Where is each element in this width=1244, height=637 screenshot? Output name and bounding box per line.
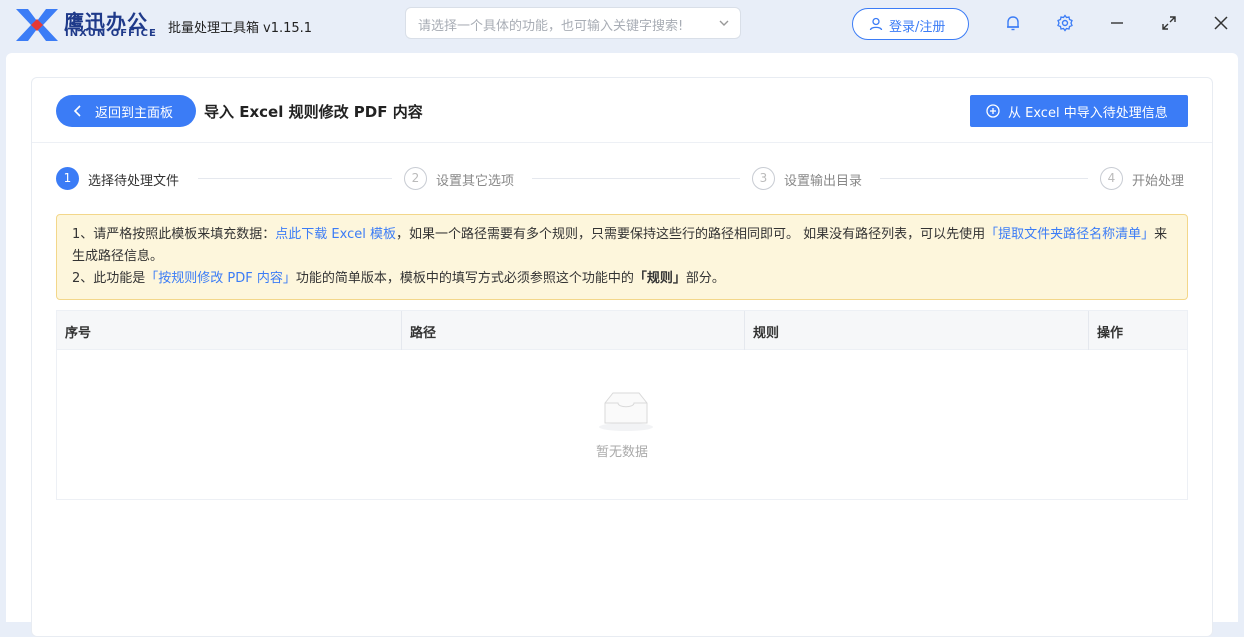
step-connector <box>880 178 1088 179</box>
table-header: 序号 路径 规则 操作 <box>57 311 1187 350</box>
search-input[interactable]: 请选择一个具体的功能，也可输入关键字搜索! <box>405 7 741 39</box>
plus-circle-icon <box>986 104 1000 118</box>
modify-pdf-by-rules-link[interactable]: 「按规则修改 PDF 内容」 <box>145 271 296 286</box>
login-button[interactable]: 登录/注册 <box>852 8 969 40</box>
step-4-number: 4 <box>1100 167 1123 190</box>
import-label: 从 Excel 中导入待处理信息 <box>1008 106 1168 121</box>
step-1-label: 选择待处理文件 <box>88 174 180 189</box>
notice-line-1: 1、请严格按照此模板来填充数据：点此下载 Excel 模板，如果一个路径需要有多… <box>72 224 1172 268</box>
step-3-number: 3 <box>752 167 775 190</box>
steps-bar: 1 选择待处理文件 2 设置其它选项 3 设置输出目录 4 开始处理 <box>56 167 1188 191</box>
import-from-excel-button[interactable]: 从 Excel 中导入待处理信息 <box>970 95 1188 127</box>
step-connector <box>198 178 392 179</box>
page-header: 返回到主面板 导入 Excel 规则修改 PDF 内容 从 Excel 中导入待… <box>32 78 1212 143</box>
title-bar: 鹰迅办公 INXUN OFFICE 批量处理工具箱 v1.15.1 请选择一个具体… <box>0 0 1244 50</box>
back-to-home-button[interactable]: 返回到主面板 <box>56 95 196 127</box>
close-icon[interactable] <box>1212 14 1230 32</box>
notice-line-2: 2、此功能是「按规则修改 PDF 内容」功能的简单版本，模板中的填写方式必须参照… <box>72 268 1172 290</box>
step-3-label: 设置输出目录 <box>784 174 863 189</box>
extract-path-list-link[interactable]: 「提取文件夹路径名称清单」 <box>985 227 1154 242</box>
brand-name-en: INXUN OFFICE <box>65 28 157 39</box>
step-2-label: 设置其它选项 <box>436 174 515 189</box>
bell-icon[interactable] <box>1004 14 1022 32</box>
column-header-path: 路径 <box>401 311 744 350</box>
back-label: 返回到主面板 <box>95 106 174 121</box>
empty-state-text: 暂无数据 <box>595 445 648 460</box>
column-header-index: 序号 <box>65 326 92 341</box>
step-4-label: 开始处理 <box>1132 174 1185 189</box>
column-header-action: 操作 <box>1088 311 1188 350</box>
rules-highlight: 「规则」 <box>633 271 686 286</box>
chevron-left-icon <box>73 105 81 117</box>
data-table: 序号 路径 规则 操作 暂无数据 <box>56 310 1188 500</box>
notice-text: 部分。 <box>685 271 725 286</box>
brand-logo-icon <box>16 9 58 41</box>
notice-text: ，如果一个路径需要有多个规则，只需要保持这些行的路径相同即可。 如果没有路径列表… <box>395 227 986 242</box>
step-2-number: 2 <box>404 167 427 190</box>
search-placeholder: 请选择一个具体的功能，也可输入关键字搜索! <box>418 19 684 34</box>
minimize-icon[interactable] <box>1108 14 1126 32</box>
main-panel: 返回到主面板 导入 Excel 规则修改 PDF 内容 从 Excel 中导入待… <box>31 77 1213 637</box>
notice-text: 2、此功能是 <box>72 271 146 286</box>
notice-text: 功能的简单版本，模板中的填写方式必须参照这个功能中的 <box>295 271 634 286</box>
app-title-text: 批量处理工具箱 <box>168 21 260 36</box>
page-title: 导入 Excel 规则修改 PDF 内容 <box>204 103 423 121</box>
step-connector <box>532 178 740 179</box>
download-template-link[interactable]: 点此下载 Excel 模板 <box>275 227 396 242</box>
app-version: v1.15.1 <box>263 21 313 36</box>
notice-box: 1、请严格按照此模板来填充数据：点此下载 Excel 模板，如果一个路径需要有多… <box>56 214 1188 300</box>
user-icon <box>869 17 883 31</box>
column-header-rule: 规则 <box>744 311 1088 350</box>
gear-icon[interactable] <box>1056 14 1074 32</box>
notice-text: 1、请严格按照此模板来填充数据： <box>72 227 276 242</box>
chevron-down-icon[interactable] <box>716 15 732 31</box>
app-title: 批量处理工具箱 v1.15.1 <box>168 17 312 36</box>
step-1-number: 1 <box>56 167 79 190</box>
maximize-icon[interactable] <box>1160 14 1178 32</box>
login-label: 登录/注册 <box>889 20 946 35</box>
empty-inbox-icon <box>599 392 653 431</box>
